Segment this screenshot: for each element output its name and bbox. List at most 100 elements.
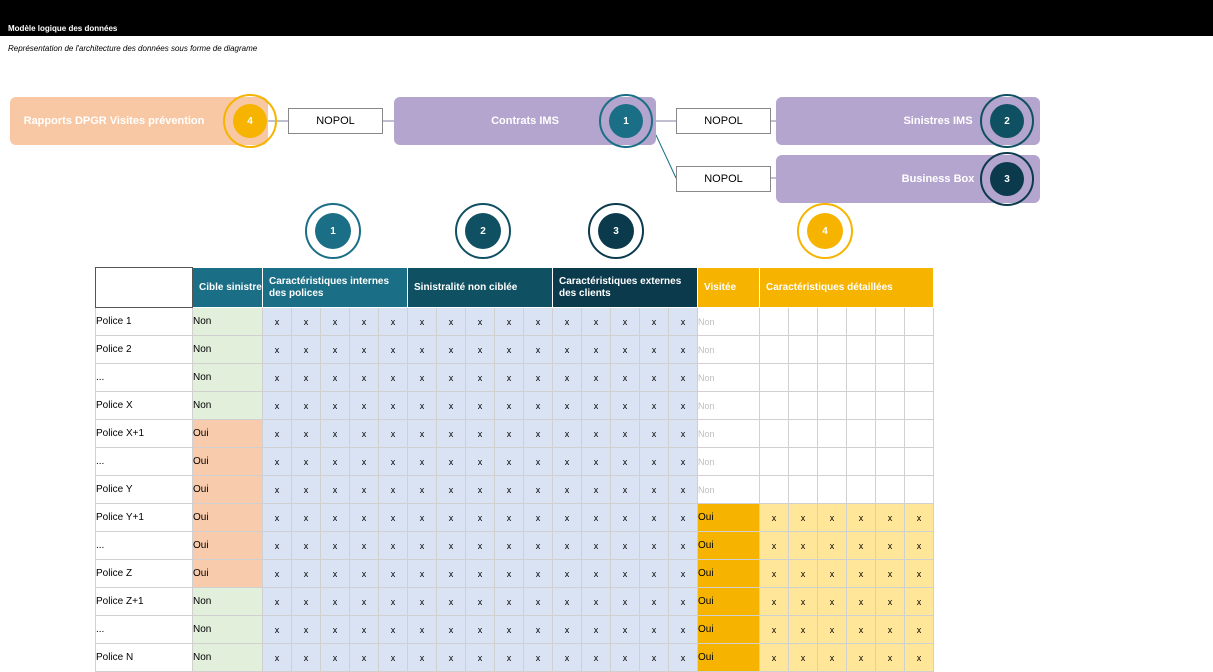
header-sinistralite-non-ciblee: Sinistralité non ciblée xyxy=(407,267,553,308)
mark-cell: x xyxy=(523,447,553,476)
mark-cell: x xyxy=(668,335,698,364)
mark-cell: x xyxy=(436,419,466,448)
table-row: Police Y+1 Oui x x x x x x x x x x x x x x x Oui x x x x x x xyxy=(95,503,934,532)
mark-cell: x xyxy=(436,475,466,504)
mark-cell: x xyxy=(523,419,553,448)
mark-cell: x xyxy=(581,531,611,560)
mark-cell: x xyxy=(349,335,379,364)
mark-cell: x xyxy=(610,335,640,364)
cible-cell: Non xyxy=(192,587,263,616)
row-name-cell: ... xyxy=(95,363,193,392)
mark-cell: x xyxy=(378,559,408,588)
mark-cell: x xyxy=(407,447,437,476)
table-row: Police 2 Non x x x x x x x x x x x x x x x Non xyxy=(95,335,934,364)
detail-empty-cell xyxy=(904,419,934,448)
mark-cell: x xyxy=(494,335,524,364)
detail-empty-cell xyxy=(875,335,905,364)
detail-mark-cell: x xyxy=(817,559,847,588)
visitee-cell: Non xyxy=(697,335,760,364)
mark-cell: x xyxy=(320,419,350,448)
detail-empty-cell xyxy=(904,391,934,420)
visitee-cell: Non xyxy=(697,475,760,504)
detail-mark-cell: x xyxy=(875,643,905,672)
mark-cell: x xyxy=(262,475,292,504)
mark-cell: x xyxy=(262,363,292,392)
detail-mark-cell: x xyxy=(846,531,876,560)
mark-cell: x xyxy=(291,559,321,588)
detail-empty-cell xyxy=(759,363,789,392)
mark-cell: x xyxy=(523,531,553,560)
row-name-cell: Police Y+1 xyxy=(95,503,193,532)
row-name-cell: ... xyxy=(95,447,193,476)
mark-cell: x xyxy=(291,307,321,336)
mark-cell: x xyxy=(610,531,640,560)
mark-cell: x xyxy=(465,531,495,560)
header-cible-sinistre: Cible sinistre xyxy=(192,267,263,308)
cible-cell: Oui xyxy=(192,475,263,504)
mark-cell: x xyxy=(262,587,292,616)
cible-cell: Oui xyxy=(192,531,263,560)
table-row: ... Oui x x x x x x x x x x x x x x x Non xyxy=(95,447,934,476)
detail-empty-cell xyxy=(904,307,934,336)
detail-mark-cell: x xyxy=(817,643,847,672)
mark-cell: x xyxy=(581,643,611,672)
mark-cell: x xyxy=(378,363,408,392)
mark-cell: x xyxy=(291,363,321,392)
detail-empty-cell xyxy=(788,363,818,392)
detail-empty-cell xyxy=(846,307,876,336)
table-row: Police Z+1 Non x x x x x x x x x x x x x x x Oui x x x x x x xyxy=(95,587,934,616)
visitee-cell: Oui xyxy=(697,643,760,672)
visitee-cell: Non xyxy=(697,363,760,392)
mark-cell: x xyxy=(552,559,582,588)
row-name-cell: Police Z xyxy=(95,559,193,588)
mark-cell: x xyxy=(523,363,553,392)
mark-cell: x xyxy=(465,363,495,392)
mark-cell: x xyxy=(552,475,582,504)
detail-mark-cell: x xyxy=(875,615,905,644)
mark-cell: x xyxy=(407,587,437,616)
mark-cell: x xyxy=(349,503,379,532)
detail-mark-cell: x xyxy=(904,643,934,672)
mark-cell: x xyxy=(552,643,582,672)
detail-empty-cell xyxy=(788,447,818,476)
mark-cell: x xyxy=(639,559,669,588)
badge-1-diagram: 1 xyxy=(599,94,653,148)
mark-cell: x xyxy=(436,615,466,644)
detail-mark-cell: x xyxy=(904,559,934,588)
detail-empty-cell xyxy=(788,307,818,336)
detail-mark-cell: x xyxy=(904,503,934,532)
mark-cell: x xyxy=(523,643,553,672)
mark-cell: x xyxy=(552,503,582,532)
header-caracteristiques-internes: Caractéristiques internes des polices xyxy=(262,267,408,308)
detail-empty-cell xyxy=(875,307,905,336)
mark-cell: x xyxy=(407,643,437,672)
mark-cell: x xyxy=(610,643,640,672)
detail-mark-cell: x xyxy=(759,503,789,532)
mark-cell: x xyxy=(349,587,379,616)
mark-cell: x xyxy=(465,503,495,532)
cible-cell: Non xyxy=(192,391,263,420)
mark-cell: x xyxy=(581,503,611,532)
detail-mark-cell: x xyxy=(759,643,789,672)
mark-cell: x xyxy=(349,531,379,560)
mark-cell: x xyxy=(494,419,524,448)
mark-cell: x xyxy=(291,503,321,532)
detail-empty-cell xyxy=(875,475,905,504)
mark-cell: x xyxy=(494,531,524,560)
detail-mark-cell: x xyxy=(904,531,934,560)
cible-cell: Non xyxy=(192,643,263,672)
mark-cell: x xyxy=(262,503,292,532)
table-row: Police X Non x x x x x x x x x x x x x x x Non xyxy=(95,391,934,420)
cible-cell: Non xyxy=(192,615,263,644)
detail-empty-cell xyxy=(759,447,789,476)
box-business-label: Business Box xyxy=(901,173,975,185)
mark-cell: x xyxy=(465,475,495,504)
detail-empty-cell xyxy=(788,335,818,364)
table-row: ... Non x x x x x x x x x x x x x x x Non xyxy=(95,363,934,392)
mark-cell: x xyxy=(668,447,698,476)
detail-empty-cell xyxy=(788,391,818,420)
detail-empty-cell xyxy=(817,447,847,476)
link-label-nopol-1: NOPOL xyxy=(288,108,383,134)
mark-cell: x xyxy=(668,503,698,532)
mark-cell: x xyxy=(610,475,640,504)
